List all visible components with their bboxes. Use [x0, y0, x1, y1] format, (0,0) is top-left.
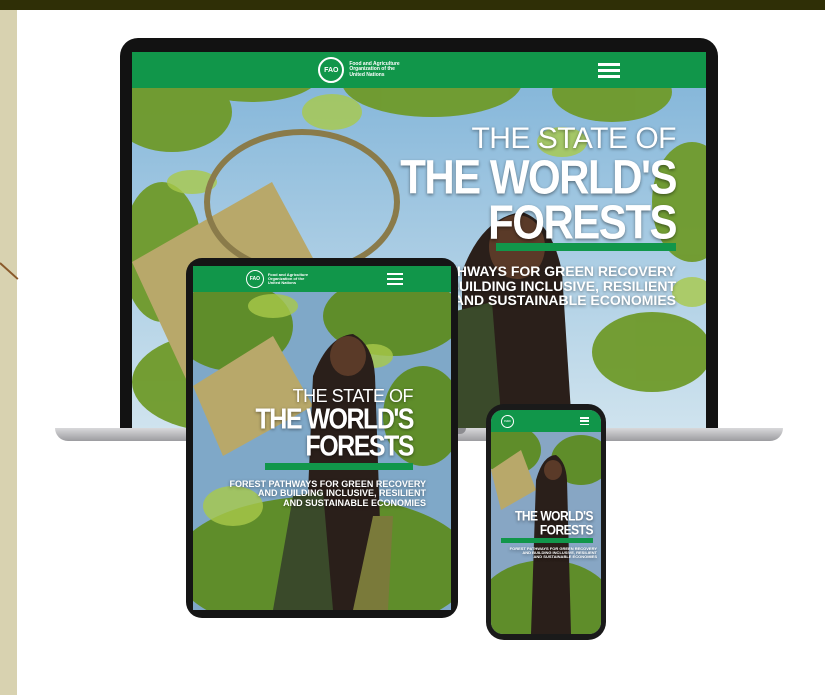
tablet-screen: FAO Food and Agriculture Organization of… — [193, 266, 451, 610]
fao-logo-icon: FAO — [318, 57, 345, 83]
site-header: FAO Food and Agriculture Organization of… — [193, 266, 451, 292]
title-accent-bar — [265, 463, 413, 470]
title-line-3: FORESTS — [488, 195, 677, 250]
hamburger-menu-icon[interactable] — [387, 273, 403, 285]
org-logo[interactable]: FAO Food and Agriculture Organization of… — [318, 57, 400, 83]
slide-left-bar — [0, 10, 17, 695]
title-accent-bar — [496, 243, 676, 251]
hamburger-menu-icon[interactable] — [580, 417, 589, 425]
title-line-3: FORESTS — [305, 430, 414, 463]
org-name: Food and Agriculture Organization of the… — [349, 61, 400, 78]
title-accent-bar — [501, 538, 593, 543]
subtitle: FOREST PATHWAYS FOR GREEN RECOVERY AND B… — [229, 479, 426, 508]
subtitle: FOREST PATHWAYS FOR GREEN RECOVERY AND B… — [509, 546, 597, 560]
phone-screen: FAO THE WORLD'S FORESTS FOREST PATHWAYS … — [491, 410, 601, 634]
fao-logo-icon: FAO — [501, 414, 514, 428]
hamburger-menu-icon[interactable] — [598, 63, 620, 78]
fao-logo-icon: FAO — [245, 270, 264, 288]
site-header: FAO Food and Agriculture Organization of… — [132, 52, 706, 88]
title-line-3: FORESTS — [539, 522, 594, 539]
slide-top-bar — [0, 0, 825, 10]
subtitle: PATHWAYS FOR GREEN RECOVERY BUILDING INC… — [430, 263, 676, 309]
org-logo[interactable]: FAO Food and Agriculture Organization of… — [245, 270, 309, 288]
org-logo[interactable]: FAO — [501, 414, 514, 428]
site-header: FAO — [491, 410, 601, 432]
org-name: Food and Agriculture Organization of the… — [267, 271, 309, 286]
